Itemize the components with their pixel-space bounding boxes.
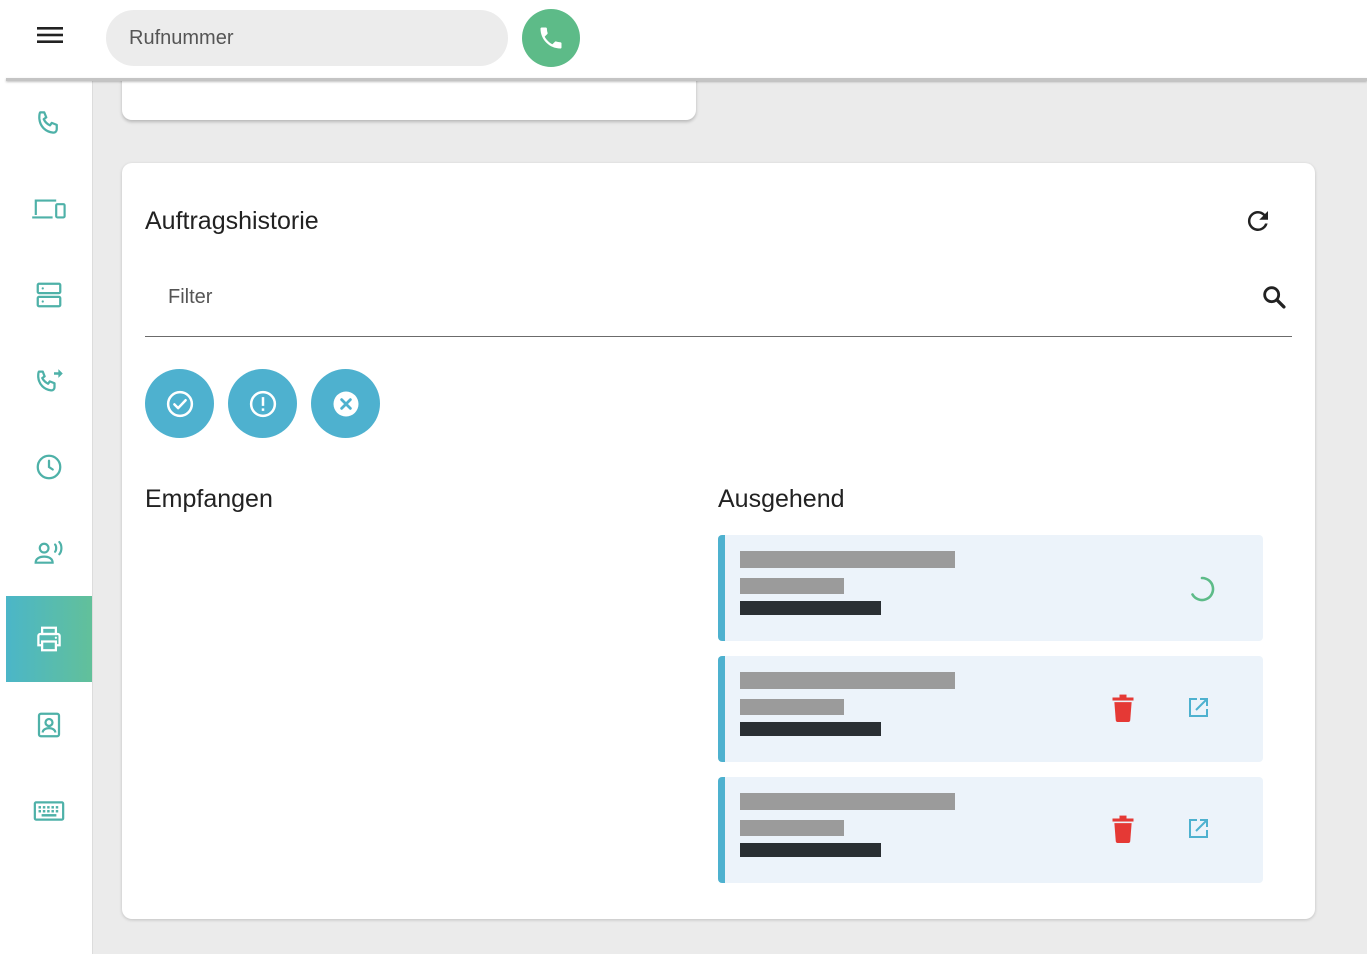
delete-job-button[interactable] bbox=[1107, 813, 1139, 845]
refresh-icon bbox=[1247, 210, 1268, 231]
top-bar bbox=[0, 0, 1367, 80]
devices-icon bbox=[32, 199, 66, 219]
sidebar-item-phone[interactable] bbox=[6, 80, 92, 166]
job-history-card: Auftragshistorie Filter Empfangen Ausgeh… bbox=[122, 163, 1315, 919]
job-placeholder-line bbox=[740, 699, 844, 715]
job-placeholder-line bbox=[740, 578, 844, 594]
sidebar-item-call-forward[interactable] bbox=[6, 338, 92, 424]
outgoing-column-title: Ausgehend bbox=[718, 485, 845, 513]
open-job-button[interactable] bbox=[1182, 813, 1214, 845]
received-column-title: Empfangen bbox=[145, 485, 273, 513]
filter-underline bbox=[145, 336, 1292, 337]
close-circle-icon bbox=[333, 391, 358, 416]
phone-icon bbox=[38, 111, 58, 134]
job-placeholder-line bbox=[740, 672, 955, 689]
sidebar-item-history[interactable] bbox=[6, 424, 92, 510]
job-placeholder-line bbox=[740, 793, 955, 810]
clock-icon bbox=[36, 454, 62, 480]
phone-icon bbox=[540, 27, 562, 49]
sidebar-item-server[interactable] bbox=[6, 252, 92, 338]
main-content: Auftragshistorie Filter Empfangen Ausgeh… bbox=[93, 60, 1367, 954]
search-button[interactable] bbox=[1258, 281, 1290, 313]
open-job-button[interactable] bbox=[1182, 692, 1214, 724]
job-placeholder-line bbox=[740, 601, 881, 615]
job-placeholder-line bbox=[740, 843, 881, 857]
phone-forward-icon bbox=[37, 369, 63, 392]
outgoing-job-item[interactable] bbox=[718, 777, 1263, 883]
spinner-icon bbox=[1191, 576, 1215, 602]
delete-job-button[interactable] bbox=[1107, 692, 1139, 724]
outgoing-job-item[interactable] bbox=[718, 656, 1263, 762]
filter-warning-button[interactable] bbox=[228, 369, 297, 438]
outgoing-job-item[interactable] bbox=[718, 535, 1263, 641]
sidebar-item-keyboard[interactable] bbox=[6, 768, 92, 854]
refresh-button[interactable] bbox=[1240, 203, 1276, 239]
filter-input[interactable] bbox=[145, 275, 1245, 319]
sidebar-item-voice[interactable] bbox=[6, 510, 92, 596]
phone-number-input[interactable] bbox=[106, 10, 508, 66]
call-button[interactable] bbox=[522, 9, 580, 67]
contact-card-icon bbox=[37, 712, 61, 738]
card-title: Auftragshistorie bbox=[145, 207, 319, 235]
sidebar-item-devices[interactable] bbox=[6, 166, 92, 252]
keyboard-icon bbox=[33, 801, 65, 821]
alert-circle-icon bbox=[249, 390, 276, 417]
trash-icon bbox=[1112, 694, 1134, 722]
check-circle-icon bbox=[166, 390, 193, 417]
sidebar-item-print[interactable] bbox=[6, 596, 92, 682]
top-bar-divider bbox=[6, 78, 1367, 81]
job-placeholder-line bbox=[740, 551, 955, 568]
search-icon bbox=[1263, 286, 1286, 309]
sidebar-item-contact[interactable] bbox=[6, 682, 92, 768]
filter-error-button[interactable] bbox=[311, 369, 380, 438]
job-placeholder-line bbox=[740, 820, 844, 836]
open-external-icon bbox=[1189, 698, 1208, 717]
menu-icon bbox=[37, 27, 63, 43]
menu-button[interactable] bbox=[28, 18, 72, 52]
printer-icon bbox=[37, 626, 61, 652]
server-icon bbox=[36, 282, 62, 308]
open-external-icon bbox=[1189, 819, 1208, 838]
user-voice-icon bbox=[34, 540, 63, 564]
job-placeholder-line bbox=[740, 722, 881, 736]
trash-icon bbox=[1112, 815, 1134, 843]
sidebar bbox=[6, 80, 93, 954]
filter-success-button[interactable] bbox=[145, 369, 214, 438]
